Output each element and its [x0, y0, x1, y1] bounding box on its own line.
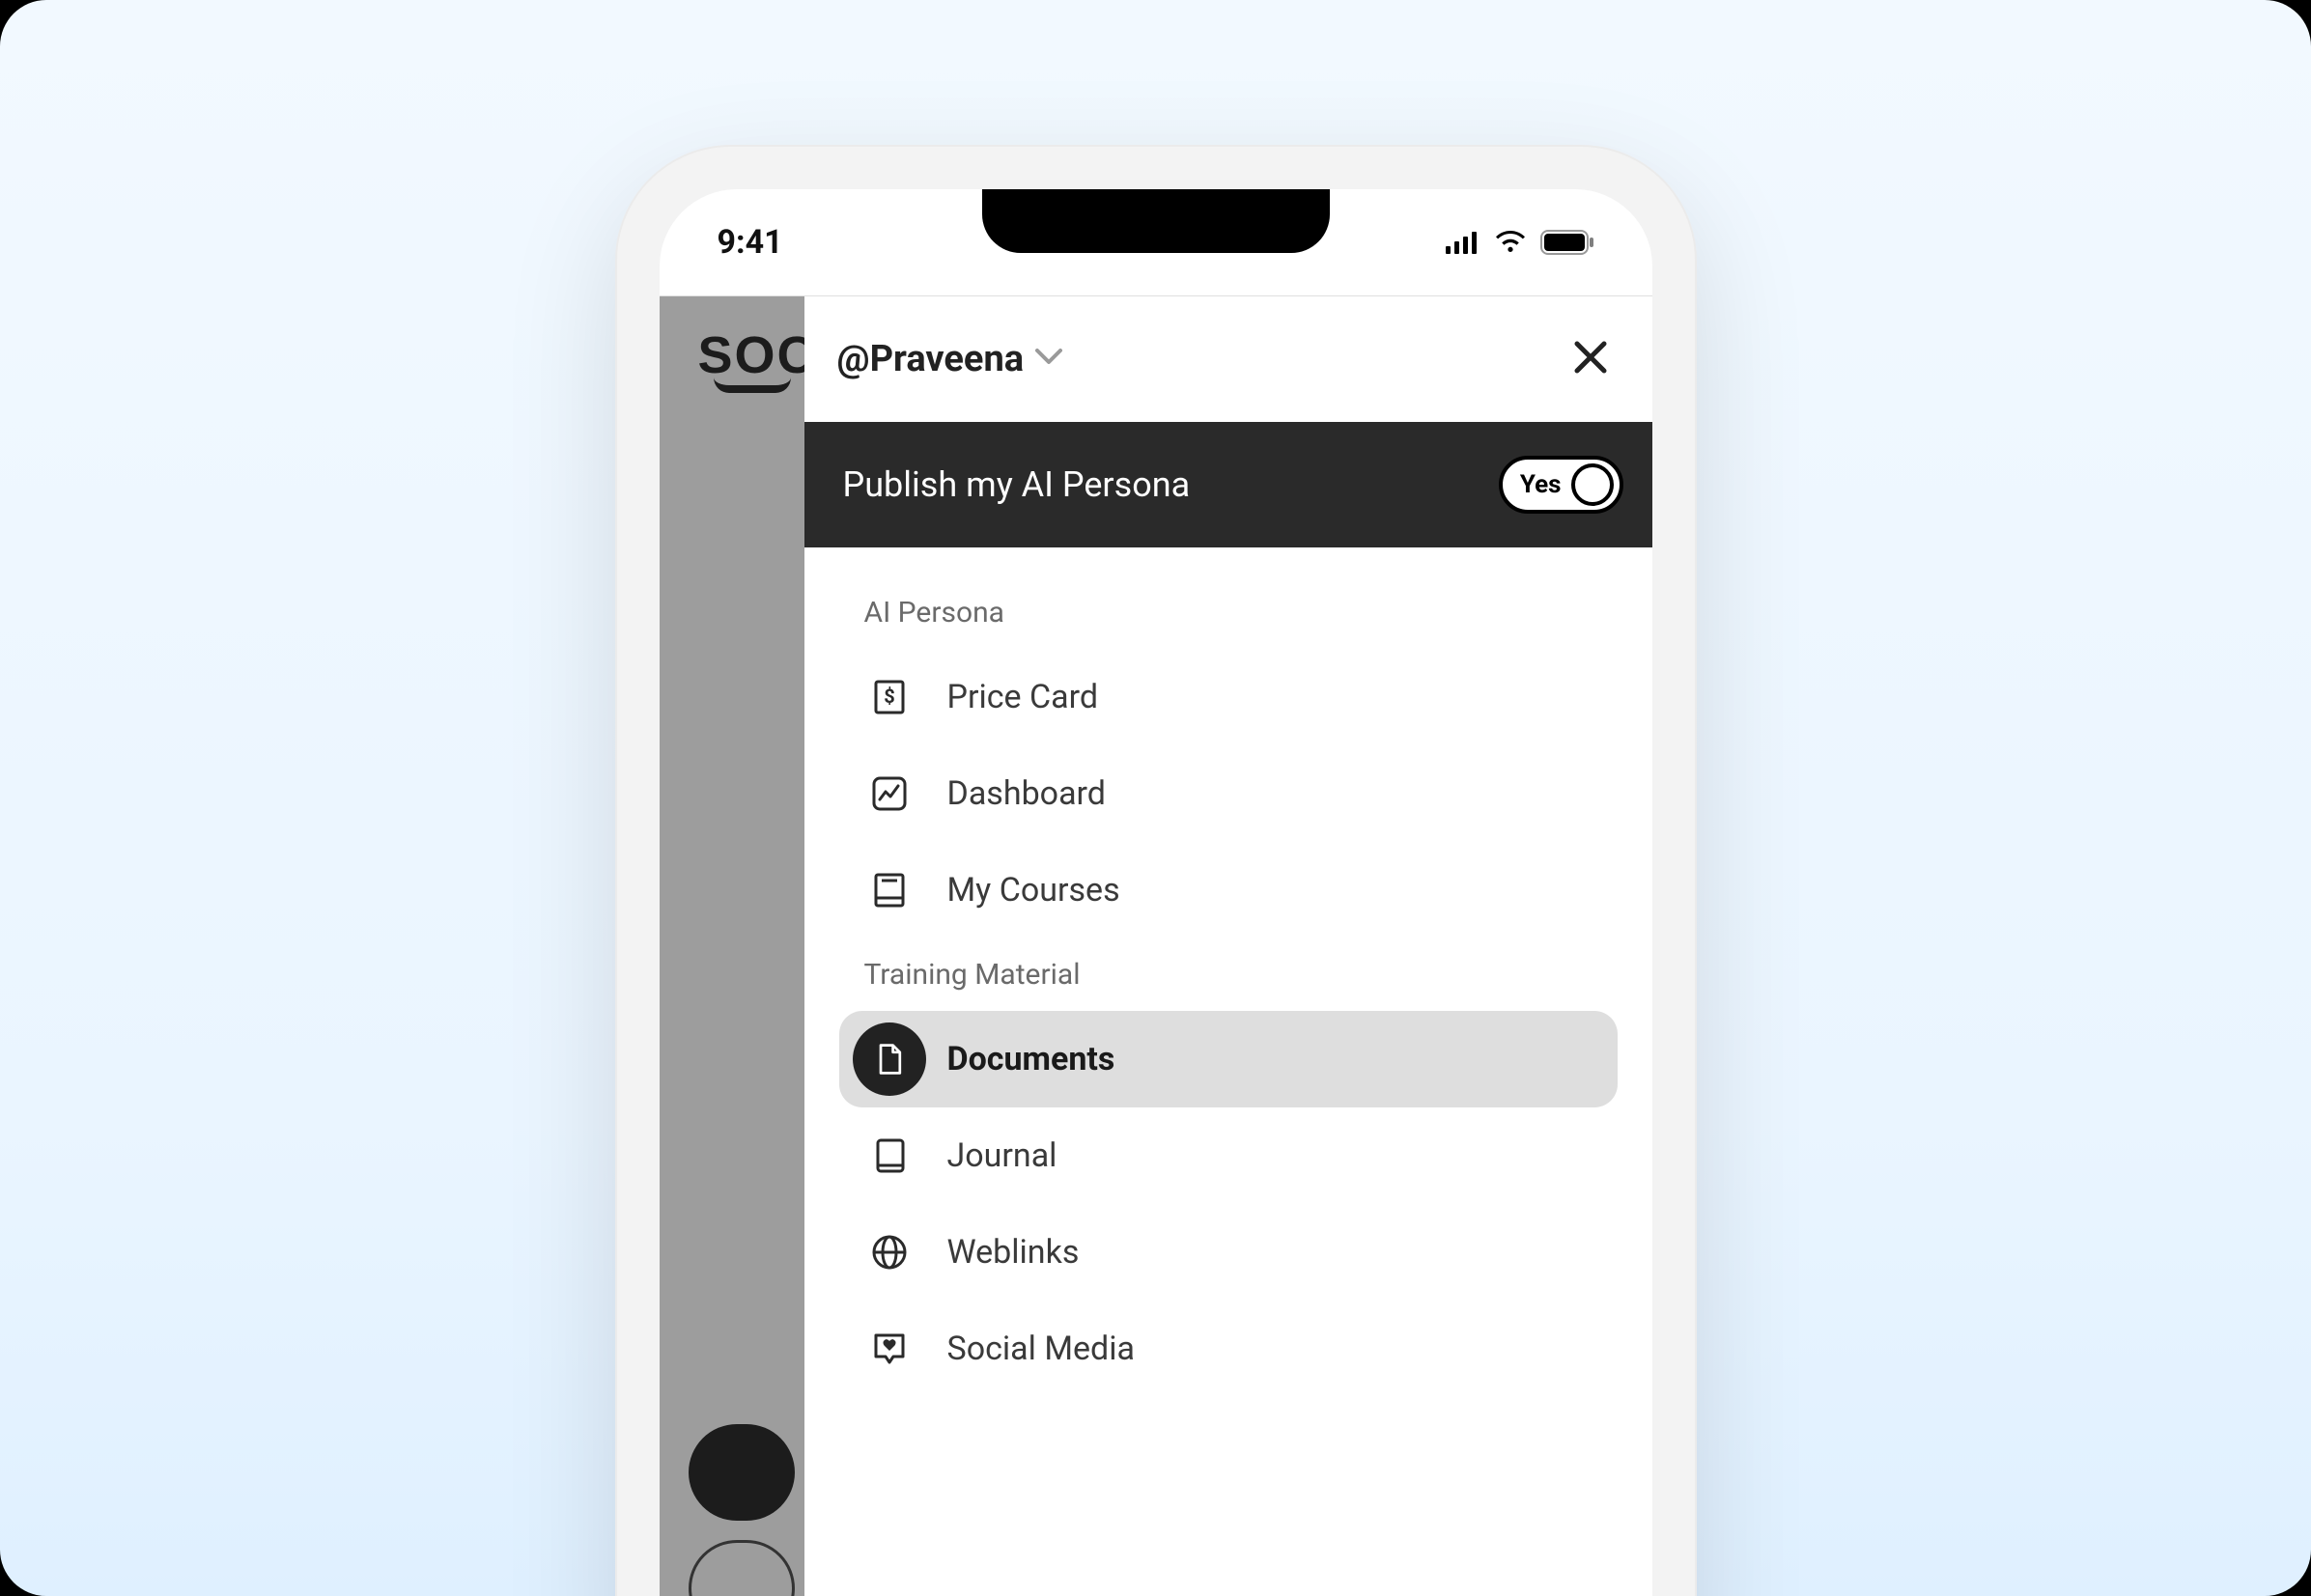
close-button[interactable]	[1567, 336, 1614, 382]
chevron-down-icon	[1035, 349, 1062, 370]
svg-text:$: $	[884, 685, 894, 708]
background-logo: SOC	[698, 325, 817, 393]
section-label-ai-persona: AI Persona	[864, 596, 1618, 630]
menu-item-my-courses[interactable]: My Courses	[839, 842, 1618, 938]
chat-heart-icon	[864, 1324, 915, 1374]
account-handle: @Praveena	[837, 338, 1025, 380]
menu-item-label: Price Card	[947, 678, 1099, 716]
price-card-icon: $	[864, 672, 915, 722]
cellular-icon	[1446, 231, 1480, 254]
phone-frame: 9:41 SOC	[615, 145, 1697, 1596]
drawer-menu: AI Persona $ Price Card Dashboard	[804, 547, 1652, 1596]
menu-item-price-card[interactable]: $ Price Card	[839, 649, 1618, 745]
status-time: 9:41	[718, 223, 783, 262]
toggle-state-text: Yes	[1520, 470, 1562, 499]
phone-screen: 9:41 SOC	[660, 189, 1652, 1596]
menu-item-social-media[interactable]: Social Media	[839, 1301, 1618, 1397]
courses-icon	[864, 865, 915, 915]
background-secondary-button	[689, 1540, 795, 1596]
background-primary-button	[689, 1424, 795, 1521]
wifi-icon	[1494, 231, 1527, 254]
document-icon	[853, 1022, 926, 1096]
menu-item-documents[interactable]: Documents	[839, 1011, 1618, 1107]
toggle-knob	[1571, 463, 1614, 506]
phone-notch	[982, 189, 1330, 253]
menu-item-label: My Courses	[947, 871, 1120, 910]
publish-persona-row: Publish my AI Persona Yes	[804, 422, 1652, 547]
menu-item-label: Documents	[947, 1040, 1115, 1078]
globe-icon	[864, 1227, 915, 1277]
menu-item-label: Weblinks	[947, 1233, 1080, 1272]
menu-item-journal[interactable]: Journal	[839, 1107, 1618, 1204]
drawer-header: @Praveena	[804, 296, 1652, 422]
menu-item-label: Social Media	[947, 1330, 1136, 1368]
menu-item-dashboard[interactable]: Dashboard	[839, 745, 1618, 842]
publish-label: Publish my AI Persona	[843, 464, 1191, 505]
publish-toggle[interactable]: Yes	[1499, 456, 1623, 514]
account-switcher[interactable]: @Praveena	[837, 338, 1063, 380]
journal-icon	[864, 1131, 915, 1181]
battery-icon	[1540, 230, 1594, 255]
menu-item-label: Journal	[947, 1136, 1057, 1175]
menu-item-weblinks[interactable]: Weblinks	[839, 1204, 1618, 1301]
menu-item-label: Dashboard	[947, 774, 1106, 813]
dashboard-icon	[864, 769, 915, 819]
side-drawer: @Praveena Publish my AI Persona	[804, 296, 1652, 1596]
status-indicators	[1446, 230, 1594, 255]
close-icon	[1571, 338, 1610, 380]
section-label-training-material: Training Material	[864, 958, 1618, 992]
